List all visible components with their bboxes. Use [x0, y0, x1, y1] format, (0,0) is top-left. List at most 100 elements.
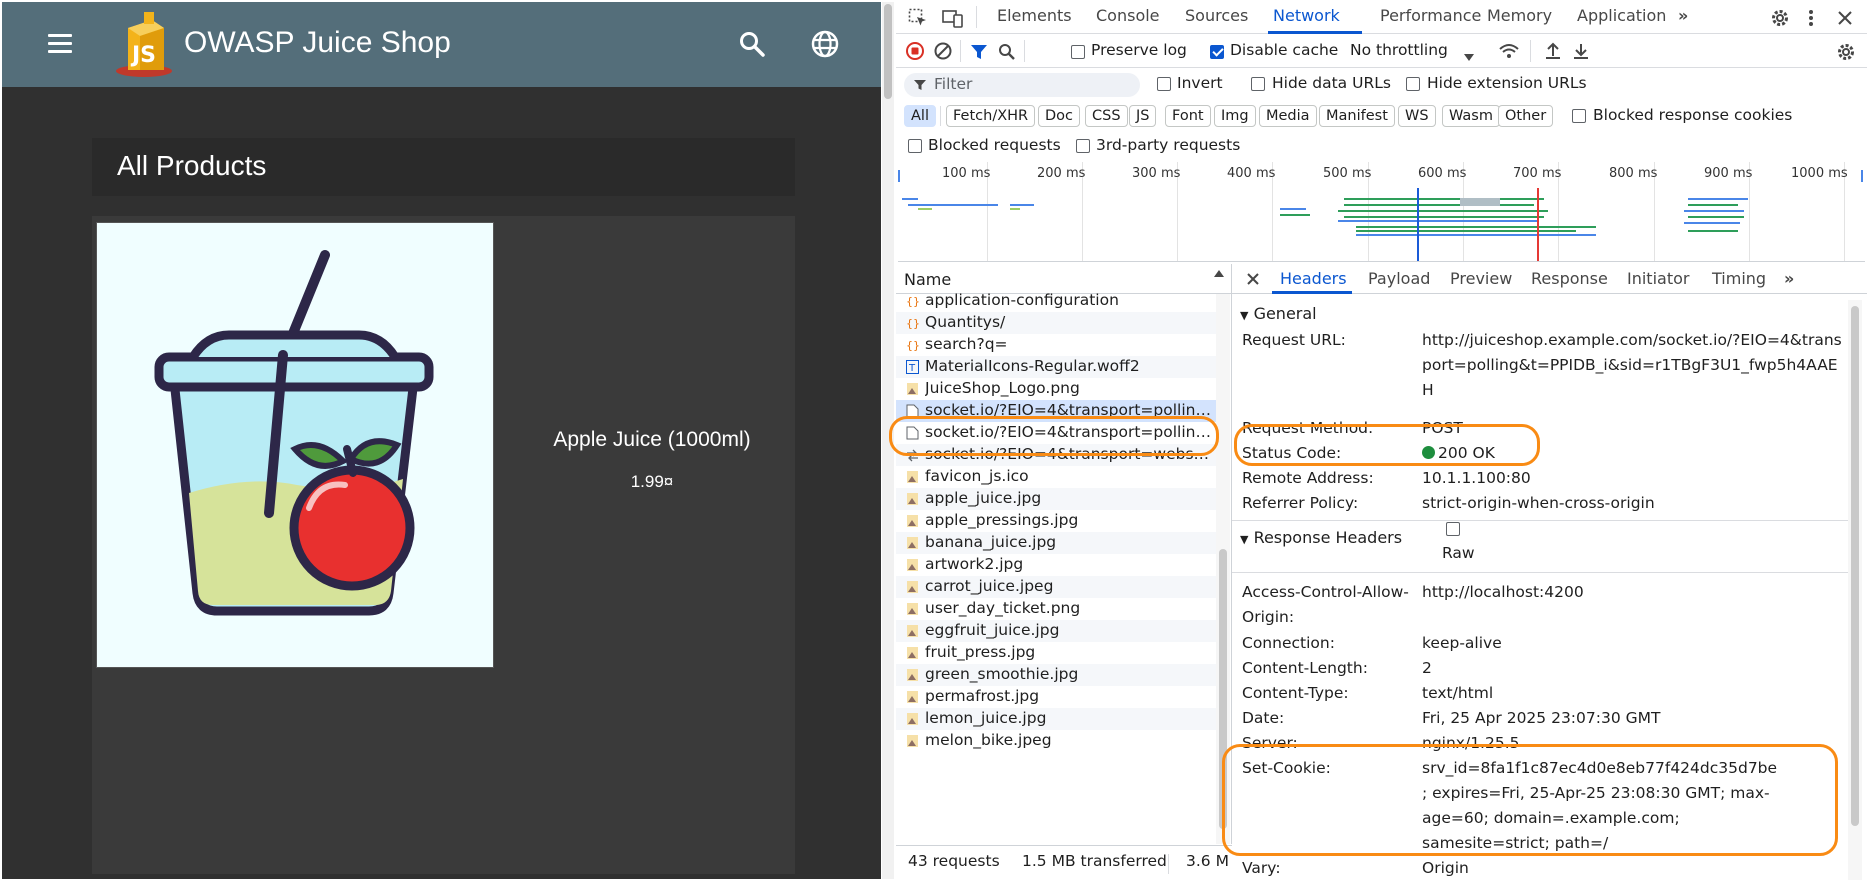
network-conditions-icon[interactable]: [1498, 42, 1520, 60]
request-url-value[interactable]: http://juiceshop.example.com/socket.io/?…: [1422, 328, 1842, 403]
disable-cache-label[interactable]: Disable cache: [1230, 41, 1338, 59]
throttling-select[interactable]: No throttling: [1350, 41, 1448, 59]
tab-response[interactable]: Response: [1531, 269, 1608, 288]
app-title[interactable]: OWASP Juice Shop: [184, 26, 451, 60]
tab-preview[interactable]: Preview: [1450, 269, 1512, 288]
request-row[interactable]: {} Quantitys/: [896, 312, 1216, 334]
chip-media[interactable]: Media: [1259, 105, 1317, 127]
tab-timing[interactable]: Timing: [1712, 269, 1766, 288]
chip-js[interactable]: JS: [1129, 105, 1157, 127]
chip-wasm[interactable]: Wasm: [1442, 105, 1500, 127]
request-row[interactable]: melon_bike.jpeg: [896, 730, 1216, 752]
close-details-icon[interactable]: [1246, 272, 1260, 286]
chip-manifest[interactable]: Manifest: [1319, 105, 1395, 127]
tab-sources[interactable]: Sources: [1185, 6, 1248, 25]
tab-network[interactable]: Network: [1273, 6, 1340, 25]
more-detail-tabs-icon[interactable]: »: [1784, 269, 1794, 288]
details-scrollbar[interactable]: [1848, 300, 1862, 880]
preserve-log-checkbox[interactable]: [1071, 45, 1085, 59]
blocked-response-cookies-label[interactable]: Blocked response cookies: [1593, 106, 1792, 124]
remote-address-value[interactable]: 10.1.1.100:80: [1422, 466, 1842, 491]
throttling-dropdown-icon[interactable]: [1464, 48, 1474, 61]
close-devtools-icon[interactable]: [1836, 9, 1854, 27]
column-name-header[interactable]: Name: [904, 270, 951, 289]
chip-ws[interactable]: WS: [1398, 105, 1436, 127]
request-row[interactable]: eggfruit_juice.jpg: [896, 620, 1216, 642]
request-row[interactable]: {} search?q=: [896, 334, 1216, 356]
request-row[interactable]: JuiceShop_Logo.png: [896, 378, 1216, 400]
request-row[interactable]: T MaterialIcons-Regular.woff2: [896, 356, 1216, 378]
invert-checkbox[interactable]: [1157, 77, 1171, 91]
preserve-log-label[interactable]: Preserve log: [1091, 41, 1187, 59]
request-row[interactable]: lemon_juice.jpg: [896, 708, 1216, 730]
blocked-requests-label[interactable]: Blocked requests: [928, 136, 1061, 154]
network-settings-icon[interactable]: [1836, 42, 1856, 62]
third-party-requests-checkbox[interactable]: [1076, 139, 1090, 153]
vary-value[interactable]: Origin: [1422, 856, 1842, 881]
chip-doc[interactable]: Doc: [1038, 105, 1081, 127]
date-value[interactable]: Fri, 25 Apr 2025 23:07:30 GMT: [1422, 706, 1842, 731]
juice-shop-logo[interactable]: JS: [114, 10, 176, 78]
tab-performance[interactable]: Performance: [1380, 6, 1481, 25]
raw-label[interactable]: Raw: [1442, 544, 1475, 562]
blocked-response-cookies-checkbox[interactable]: [1572, 109, 1586, 123]
connection-value[interactable]: keep-alive: [1422, 631, 1842, 656]
search-icon[interactable]: [738, 30, 766, 58]
request-row[interactable]: carrot_juice.jpeg: [896, 576, 1216, 598]
request-row[interactable]: fruit_press.jpg: [896, 642, 1216, 664]
tab-memory[interactable]: Memory: [1487, 6, 1552, 25]
raw-checkbox[interactable]: [1446, 522, 1460, 536]
import-har-icon[interactable]: [1544, 42, 1562, 60]
chip-css[interactable]: CSS: [1085, 105, 1128, 127]
hide-extension-urls-label[interactable]: Hide extension URLs: [1427, 74, 1587, 92]
stop-recording-icon[interactable]: [906, 42, 924, 60]
hide-extension-urls-checkbox[interactable]: [1406, 77, 1420, 91]
blocked-requests-checkbox[interactable]: [908, 139, 922, 153]
acao-value[interactable]: http://localhost:4200: [1422, 580, 1842, 605]
disable-cache-checkbox[interactable]: [1210, 45, 1224, 59]
content-length-value[interactable]: 2: [1422, 656, 1842, 681]
response-headers-section-toggle[interactable]: ▼ Response Headers: [1240, 528, 1402, 547]
chip-font[interactable]: Font: [1165, 105, 1211, 127]
network-overview-timeline[interactable]: 100 ms 200 ms 300 ms 400 ms 500 ms 600 m…: [898, 162, 1865, 262]
product-card[interactable]: Apple Juice (1000ml) 1.99¤: [92, 216, 795, 874]
hide-data-urls-checkbox[interactable]: [1251, 77, 1265, 91]
referrer-policy-value[interactable]: strict-origin-when-cross-origin: [1422, 491, 1842, 516]
search-network-icon[interactable]: [998, 43, 1016, 61]
request-row[interactable]: user_day_ticket.png: [896, 598, 1216, 620]
invert-label[interactable]: Invert: [1177, 74, 1223, 92]
hide-data-urls-label[interactable]: Hide data URLs: [1272, 74, 1391, 92]
request-row[interactable]: banana_juice.jpg: [896, 532, 1216, 554]
tab-console[interactable]: Console: [1096, 6, 1160, 25]
language-globe-icon[interactable]: [810, 29, 840, 59]
chip-img[interactable]: Img: [1214, 105, 1256, 127]
export-har-icon[interactable]: [1572, 42, 1590, 60]
product-name[interactable]: Apple Juice (1000ml): [512, 428, 792, 452]
settings-gear-icon[interactable]: [1770, 8, 1790, 28]
more-options-icon[interactable]: [1806, 8, 1816, 28]
request-row[interactable]: permafrost.jpg: [896, 686, 1216, 708]
third-party-requests-label[interactable]: 3rd-party requests: [1096, 136, 1240, 154]
tab-headers[interactable]: Headers: [1280, 269, 1347, 288]
tab-application[interactable]: Application: [1577, 6, 1666, 25]
chip-fetch-xhr[interactable]: Fetch/XHR: [946, 105, 1036, 127]
inspect-element-icon[interactable]: [908, 8, 928, 28]
general-section-toggle[interactable]: ▼ General: [1240, 304, 1317, 323]
product-image-apple-juice[interactable]: [96, 222, 494, 668]
tab-payload[interactable]: Payload: [1368, 269, 1430, 288]
request-row[interactable]: apple_juice.jpg: [896, 488, 1216, 510]
request-row[interactable]: artwork2.jpg: [896, 554, 1216, 576]
request-row[interactable]: green_smoothie.jpg: [896, 664, 1216, 686]
device-toolbar-icon[interactable]: [942, 8, 964, 28]
chip-all[interactable]: All: [904, 105, 936, 127]
clear-icon[interactable]: [934, 42, 952, 60]
request-row[interactable]: apple_pressings.jpg: [896, 510, 1216, 532]
filter-input[interactable]: Filter: [904, 73, 1140, 97]
filter-funnel-icon[interactable]: [970, 43, 988, 61]
request-row[interactable]: {} application-configuration: [896, 290, 1216, 312]
request-row[interactable]: favicon_js.ico: [896, 466, 1216, 488]
chip-other[interactable]: Other: [1498, 105, 1554, 127]
more-tabs-icon[interactable]: »: [1678, 6, 1688, 25]
tab-initiator[interactable]: Initiator: [1627, 269, 1689, 288]
menu-icon[interactable]: [46, 32, 74, 56]
